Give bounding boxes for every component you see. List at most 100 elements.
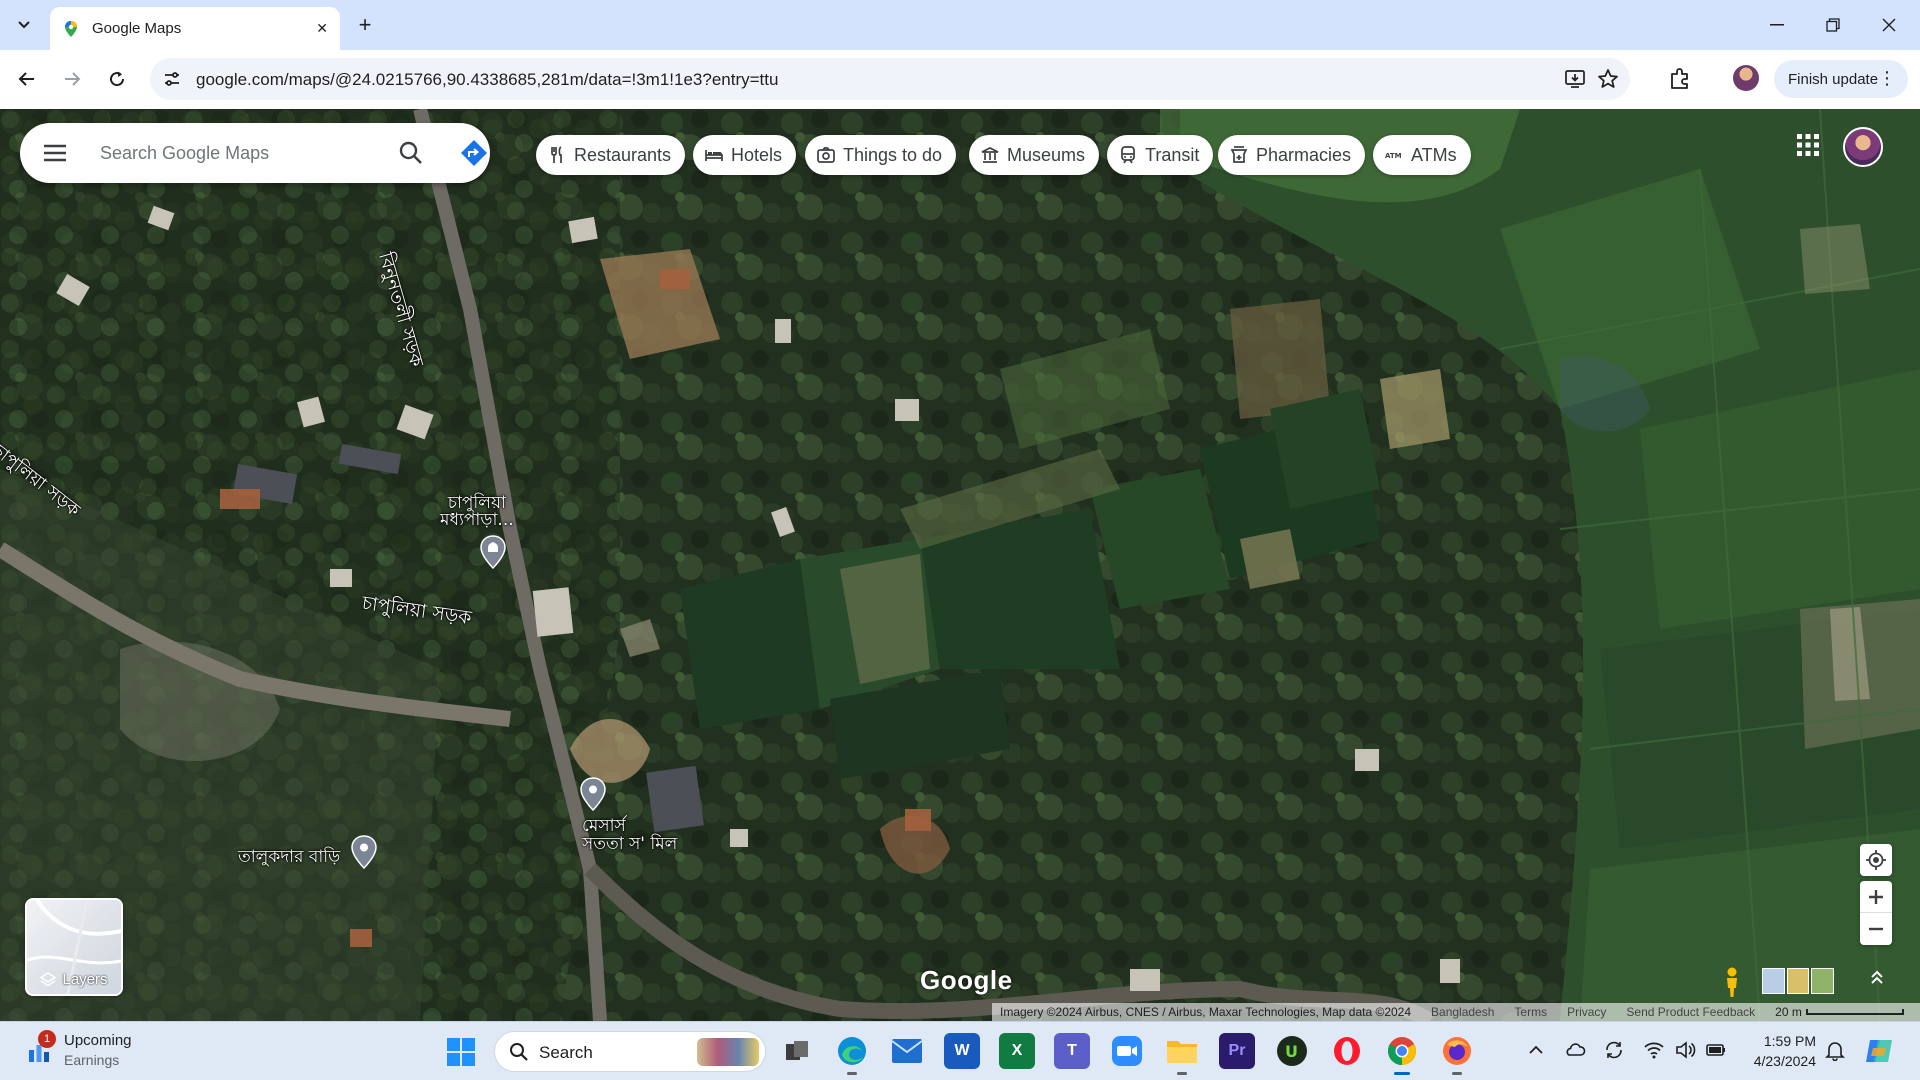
edge-browser-icon[interactable] — [834, 1033, 870, 1075]
windows-start-icon[interactable] — [446, 1037, 476, 1067]
chip-label: Hotels — [731, 144, 783, 165]
zoom-controls — [1860, 881, 1892, 945]
file-explorer-icon[interactable] — [1164, 1033, 1200, 1075]
chip-label: Things to do — [843, 144, 943, 165]
notifications-bell-icon[interactable] — [1824, 1039, 1846, 1061]
minimize-icon[interactable] — [1754, 10, 1800, 40]
send-feedback-link[interactable]: Send Product Feedback — [1626, 1005, 1755, 1019]
forward-arrow-icon[interactable] — [57, 64, 87, 94]
install-app-icon[interactable] — [1564, 68, 1586, 90]
satellite-map-canvas[interactable]: Search Google Maps Restaurants Hotels Th… — [0, 109, 1920, 1021]
map-thumbnail-default[interactable] — [1762, 968, 1785, 994]
mosque-pin-icon[interactable] — [480, 535, 506, 569]
map-search-box[interactable]: Search Google Maps — [20, 123, 490, 183]
widgets-button[interactable]: 1 Upcoming Earnings — [26, 1030, 186, 1072]
scale-bar[interactable]: 20 m — [1775, 1005, 1904, 1019]
browser-profile-avatar[interactable] — [1733, 65, 1759, 91]
extensions-puzzle-icon[interactable] — [1667, 66, 1693, 92]
copilot-icon[interactable] — [1864, 1036, 1894, 1066]
directions-icon[interactable] — [460, 139, 488, 167]
scale-label: 20 m — [1775, 1005, 1802, 1019]
google-apps-grid-icon[interactable] — [1794, 131, 1822, 159]
chip-atms[interactable]: ATM ATMs — [1373, 135, 1471, 175]
fork-knife-icon — [551, 146, 562, 163]
attribution-bar: Imagery ©2024 Airbus, CNES / Airbus, Max… — [992, 1003, 1920, 1021]
pharmacy-icon — [1230, 146, 1248, 163]
my-location-button[interactable] — [1860, 844, 1892, 876]
task-view-icon[interactable] — [779, 1033, 815, 1069]
upwork-icon[interactable]: U — [1274, 1033, 1310, 1069]
show-hidden-icons-chevron-icon[interactable] — [1525, 1039, 1547, 1061]
map-thumbnail-terrain[interactable] — [1786, 968, 1810, 994]
taskbar-search-box[interactable]: Search — [494, 1031, 766, 1072]
chip-restaurants[interactable]: Restaurants — [536, 135, 686, 175]
browser-tab-google-maps[interactable]: Google Maps ✕ — [50, 7, 340, 50]
place-label-line: মেসার্স — [582, 816, 626, 836]
expand-chevron-up-icon[interactable] — [1866, 968, 1888, 994]
chip-things-to-do[interactable]: Things to do — [805, 135, 957, 175]
hamburger-menu-icon[interactable] — [42, 141, 68, 165]
bookmark-star-icon[interactable] — [1597, 68, 1619, 90]
restore-icon[interactable] — [1810, 10, 1856, 40]
onedrive-cloud-icon[interactable] — [1564, 1039, 1586, 1061]
tab-search-chevron-icon[interactable] — [10, 11, 38, 39]
zoom-icon[interactable] — [1109, 1033, 1145, 1069]
clock-date: 4/23/2024 — [1753, 1053, 1816, 1069]
search-highlight-illustration — [697, 1038, 759, 1066]
pegman-street-view-icon[interactable] — [1721, 966, 1743, 998]
premiere-pro-icon[interactable]: Pr — [1219, 1033, 1255, 1069]
more-menu-icon[interactable]: ⋮ — [1878, 68, 1896, 88]
back-arrow-icon[interactable] — [12, 64, 42, 94]
site-info-tune-icon[interactable] — [162, 69, 182, 89]
place-label-chapulia-madhyapara[interactable]: চাপুলিয়া মধ্যপাড়া... — [440, 495, 514, 529]
new-tab-plus-icon[interactable]: + — [352, 12, 378, 38]
privacy-link[interactable]: Privacy — [1567, 1005, 1606, 1019]
clock-time: 1:59 PM — [1763, 1033, 1816, 1049]
tab-close-icon[interactable]: ✕ — [316, 20, 328, 37]
browser-tab-bar: Google Maps ✕ + — [0, 0, 1920, 50]
finish-update-button[interactable]: Finish update ⋮ — [1774, 60, 1908, 98]
chrome-icon[interactable] — [1384, 1033, 1420, 1075]
battery-icon[interactable] — [1705, 1039, 1727, 1061]
chip-hotels[interactable]: Hotels — [693, 135, 797, 175]
zoom-in-plus-icon[interactable] — [1860, 881, 1892, 913]
svg-text:U: U — [1285, 1042, 1298, 1061]
chip-transit[interactable]: Transit — [1107, 135, 1214, 175]
address-bar[interactable]: google.com/maps/@24.0215766,90.4338685,2… — [150, 58, 1630, 100]
firefox-icon[interactable] — [1439, 1033, 1475, 1075]
chip-label: Transit — [1145, 144, 1200, 165]
my-location-crosshair-icon — [1866, 850, 1886, 870]
place-label-talukdar-bari[interactable]: তালুকদার বাড়ি — [238, 844, 340, 872]
place-pin-icon[interactable] — [580, 777, 606, 811]
mail-icon[interactable] — [889, 1033, 925, 1069]
google-logo: Google — [920, 965, 1013, 995]
place-label-sawmill[interactable]: মেসার্স সততা স' মিল — [582, 817, 677, 853]
imagery-type-thumbnails[interactable] — [1762, 968, 1835, 994]
word-icon[interactable]: W — [944, 1033, 980, 1069]
google-maps-favicon-icon — [65, 20, 77, 37]
excel-icon[interactable]: X — [999, 1033, 1035, 1069]
reload-icon[interactable] — [102, 64, 132, 94]
chip-museums[interactable]: Museums — [969, 135, 1100, 175]
search-placeholder[interactable]: Search Google Maps — [100, 143, 269, 164]
window-close-icon[interactable] — [1866, 10, 1912, 40]
sync-icon[interactable] — [1603, 1039, 1625, 1061]
country-label[interactable]: Bangladesh — [1431, 1005, 1494, 1019]
account-avatar[interactable] — [1843, 127, 1883, 167]
teams-icon[interactable]: T — [1054, 1033, 1090, 1069]
chip-pharmacies[interactable]: Pharmacies — [1218, 135, 1366, 175]
layers-icon — [40, 971, 57, 986]
zoom-out-minus-icon[interactable] — [1860, 913, 1892, 945]
search-icon[interactable] — [398, 140, 424, 166]
place-pin-icon[interactable] — [351, 835, 377, 869]
museum-icon — [981, 147, 999, 163]
layers-toggle-button[interactable]: Layers — [25, 898, 123, 996]
wifi-icon[interactable] — [1643, 1039, 1665, 1061]
map-thumbnail-satellite[interactable] — [1811, 968, 1835, 994]
url-text[interactable]: google.com/maps/@24.0215766,90.4338685,2… — [196, 70, 778, 90]
volume-icon[interactable] — [1674, 1039, 1696, 1061]
terms-link[interactable]: Terms — [1514, 1005, 1547, 1019]
opera-icon[interactable] — [1329, 1033, 1365, 1069]
bed-icon — [705, 150, 723, 161]
system-clock[interactable]: 1:59 PM 4/23/2024 — [1746, 1031, 1816, 1071]
